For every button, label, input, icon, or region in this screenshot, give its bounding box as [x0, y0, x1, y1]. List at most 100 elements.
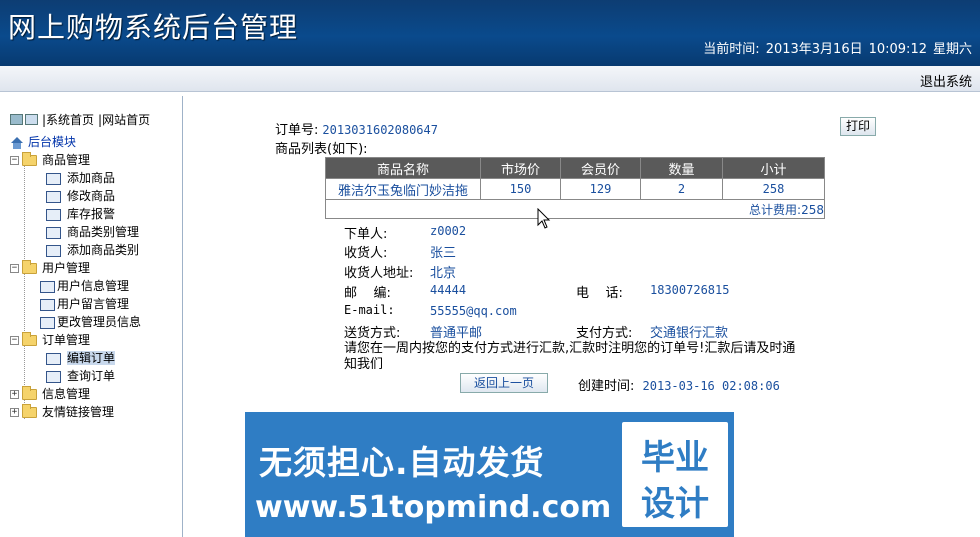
- clock-value: 10:09:12: [868, 42, 927, 57]
- page-icon: [46, 244, 61, 257]
- payment-notice: 请您在一周内按您的支付方式进行汇款,汇款时注明您的订单号!汇款后请及时通知我们: [344, 341, 796, 372]
- column-header: 市场价: [480, 157, 561, 179]
- tree-item-label: 更改管理员信息: [57, 315, 142, 329]
- tree-group-links[interactable]: + 友情链接管理: [10, 403, 182, 421]
- payment-row: 支付方式: 交通银行汇款: [576, 322, 728, 341]
- folder-icon: [22, 260, 37, 274]
- market-price-cell: 150: [480, 178, 561, 200]
- tree-item-user-info[interactable]: 用户信息管理: [10, 277, 182, 295]
- total-fee: 总计费用:258: [325, 199, 825, 219]
- print-button[interactable]: 打印: [840, 117, 876, 136]
- address-value: 北京: [430, 266, 457, 281]
- page-icon: [40, 316, 55, 329]
- tree-group-orders[interactable]: − 订单管理: [10, 331, 182, 349]
- zip-label: 邮 编:: [344, 286, 391, 301]
- logout-link[interactable]: 退出系统: [920, 71, 972, 90]
- created-value: 2013-03-16 02:08:06: [642, 379, 780, 393]
- system-home-link[interactable]: |系统首页: [42, 111, 94, 128]
- phone-value: 18300726815: [650, 283, 730, 297]
- expand-icon[interactable]: +: [10, 408, 19, 417]
- sub-toolbar: 退出系统: [0, 66, 980, 92]
- tree-group-users[interactable]: − 用户管理: [10, 259, 182, 277]
- date-value: 2013年3月16日: [765, 42, 863, 57]
- tree-item-label: 用户留言管理: [57, 297, 130, 311]
- tree-item-stock-alert[interactable]: 库存报警: [10, 205, 182, 223]
- badge-bottom-text: 设计: [641, 484, 709, 524]
- tree-item-edit-order[interactable]: 编辑订单: [10, 349, 182, 367]
- tree-group-label: 商品管理: [42, 153, 91, 167]
- time-label: 当前时间:: [703, 42, 760, 57]
- page-icon: [46, 172, 61, 185]
- promo-banner[interactable]: 无须担心.自动发货 www.51topmind.com 毕业 设计: [245, 412, 734, 537]
- website-home-link[interactable]: |网站首页: [98, 111, 150, 128]
- payment-label: 支付方式:: [576, 326, 633, 341]
- tree-group-info[interactable]: + 信息管理: [10, 385, 182, 403]
- goods-table: 商品名称 市场价 会员价 数量 小计 雅洁尔玉兔临门妙洁拖 150 129 2 …: [325, 157, 825, 219]
- tree-item-label: 商品类别管理: [67, 225, 140, 239]
- delivery-value: 普通平邮: [430, 326, 483, 341]
- tree-item-add-category[interactable]: 添加商品类别: [10, 241, 182, 259]
- tree-item-label: 修改商品: [67, 189, 116, 203]
- page-icon: [40, 280, 55, 293]
- tree-item-label: 编辑订单: [67, 351, 116, 365]
- email-label: E-mail:: [344, 303, 395, 317]
- order-detail-panel: 订单号: 2013031602080647 打印 商品列表(如下): 商品名称 市…: [184, 96, 980, 537]
- page-icon: [46, 208, 61, 221]
- home-icon: [10, 136, 24, 149]
- column-header: 数量: [640, 157, 723, 179]
- tree-item-label: 添加商品: [67, 171, 116, 185]
- tree-group-label: 用户管理: [42, 261, 91, 275]
- column-header: 小计: [722, 157, 825, 179]
- system-icon: [10, 114, 23, 125]
- folder-icon: [22, 404, 37, 418]
- sidebar: |系统首页 |网站首页 后台模块 − 商品管理 添加商品 修改商品 库存报警 商品…: [0, 96, 183, 537]
- back-button[interactable]: 返回上一页: [460, 373, 548, 393]
- expand-icon[interactable]: +: [10, 390, 19, 399]
- cursor-arrow-icon: [537, 208, 551, 229]
- tree-item-query-order[interactable]: 查询订单: [10, 367, 182, 385]
- tree-item-edit-goods[interactable]: 修改商品: [10, 187, 182, 205]
- tree-item-admin-info[interactable]: 更改管理员信息: [10, 313, 182, 331]
- tree-root[interactable]: 后台模块: [10, 133, 182, 151]
- column-header: 商品名称: [325, 157, 481, 179]
- created-label: 创建时间:: [578, 379, 635, 394]
- address-row: 收货人地址: 北京: [344, 262, 456, 281]
- tree-item-category-manage[interactable]: 商品类别管理: [10, 223, 182, 241]
- payment-value: 交通银行汇款: [650, 326, 729, 341]
- tree-root-label: 后台模块: [28, 135, 77, 149]
- page-icon: [46, 352, 61, 365]
- banner-slogan: 无须担心.自动发货: [259, 443, 545, 482]
- app-title: 网上购物系统后台管理: [8, 11, 299, 44]
- current-time: 当前时间: 2013年3月16日 10:09:12 星期六: [703, 38, 972, 57]
- tree-item-label: 查询订单: [67, 369, 116, 383]
- table-header-row: 商品名称 市场价 会员价 数量 小计: [325, 157, 825, 179]
- delivery-label: 送货方式:: [344, 326, 401, 341]
- member-price-cell: 129: [560, 178, 641, 200]
- quantity-cell: 2: [640, 178, 723, 200]
- folder-icon: [22, 152, 37, 166]
- sidebar-top-links: |系统首页 |网站首页: [10, 111, 154, 128]
- email-row: E-mail: 55555@qq.com: [344, 303, 517, 318]
- tree-item-add-goods[interactable]: 添加商品: [10, 169, 182, 187]
- collapse-icon[interactable]: −: [10, 156, 19, 165]
- goods-name-cell[interactable]: 雅洁尔玉兔临门妙洁拖: [325, 178, 481, 200]
- zip-row: 邮 编: 44444: [344, 282, 466, 301]
- buyer-label: 下单人:: [344, 227, 388, 242]
- page-icon: [46, 190, 61, 203]
- tree-item-label: 用户信息管理: [57, 279, 130, 293]
- total-row: 总计费用:258: [325, 199, 825, 219]
- phone-row: 电 话: 18300726815: [576, 282, 729, 301]
- tree-item-user-messages[interactable]: 用户留言管理: [10, 295, 182, 313]
- phone-label: 电 话:: [576, 286, 623, 301]
- receiver-value: 张三: [430, 246, 457, 261]
- table-row: 雅洁尔玉兔临门妙洁拖 150 129 2 258: [325, 178, 825, 200]
- column-header: 会员价: [560, 157, 641, 179]
- tree-group-label: 信息管理: [42, 387, 91, 401]
- folder-icon: [22, 332, 37, 346]
- collapse-icon[interactable]: −: [10, 336, 19, 345]
- tree-group-goods[interactable]: − 商品管理: [10, 151, 182, 169]
- tree-group-label: 订单管理: [42, 333, 91, 347]
- collapse-icon[interactable]: −: [10, 264, 19, 273]
- banner-url: www.51topmind.com: [255, 490, 612, 525]
- weekday-value: 星期六: [932, 42, 972, 57]
